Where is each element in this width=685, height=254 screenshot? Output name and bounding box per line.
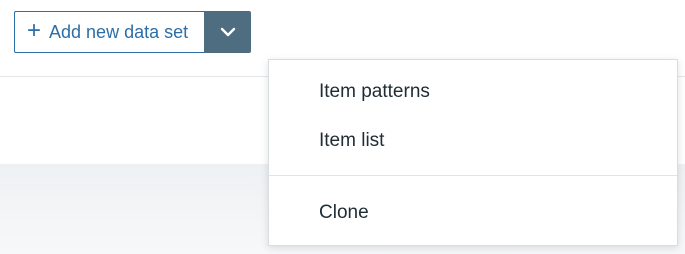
menu-divider [269, 175, 677, 176]
add-data-set-split-button: + Add new data set [14, 11, 252, 53]
menu-item-clone[interactable]: Clone [319, 201, 369, 225]
plus-icon: + [27, 17, 42, 44]
add-new-data-set-label: Add new data set [49, 21, 189, 42]
chevron-down-icon [220, 27, 235, 37]
dropdown-menu: Item patterns Item list Clone [268, 59, 678, 246]
dropdown-toggle-button[interactable] [204, 11, 252, 53]
add-new-data-set-button[interactable]: + Add new data set [14, 11, 205, 53]
menu-item-item-list[interactable]: Item list [319, 129, 384, 153]
menu-item-item-patterns[interactable]: Item patterns [319, 80, 430, 104]
